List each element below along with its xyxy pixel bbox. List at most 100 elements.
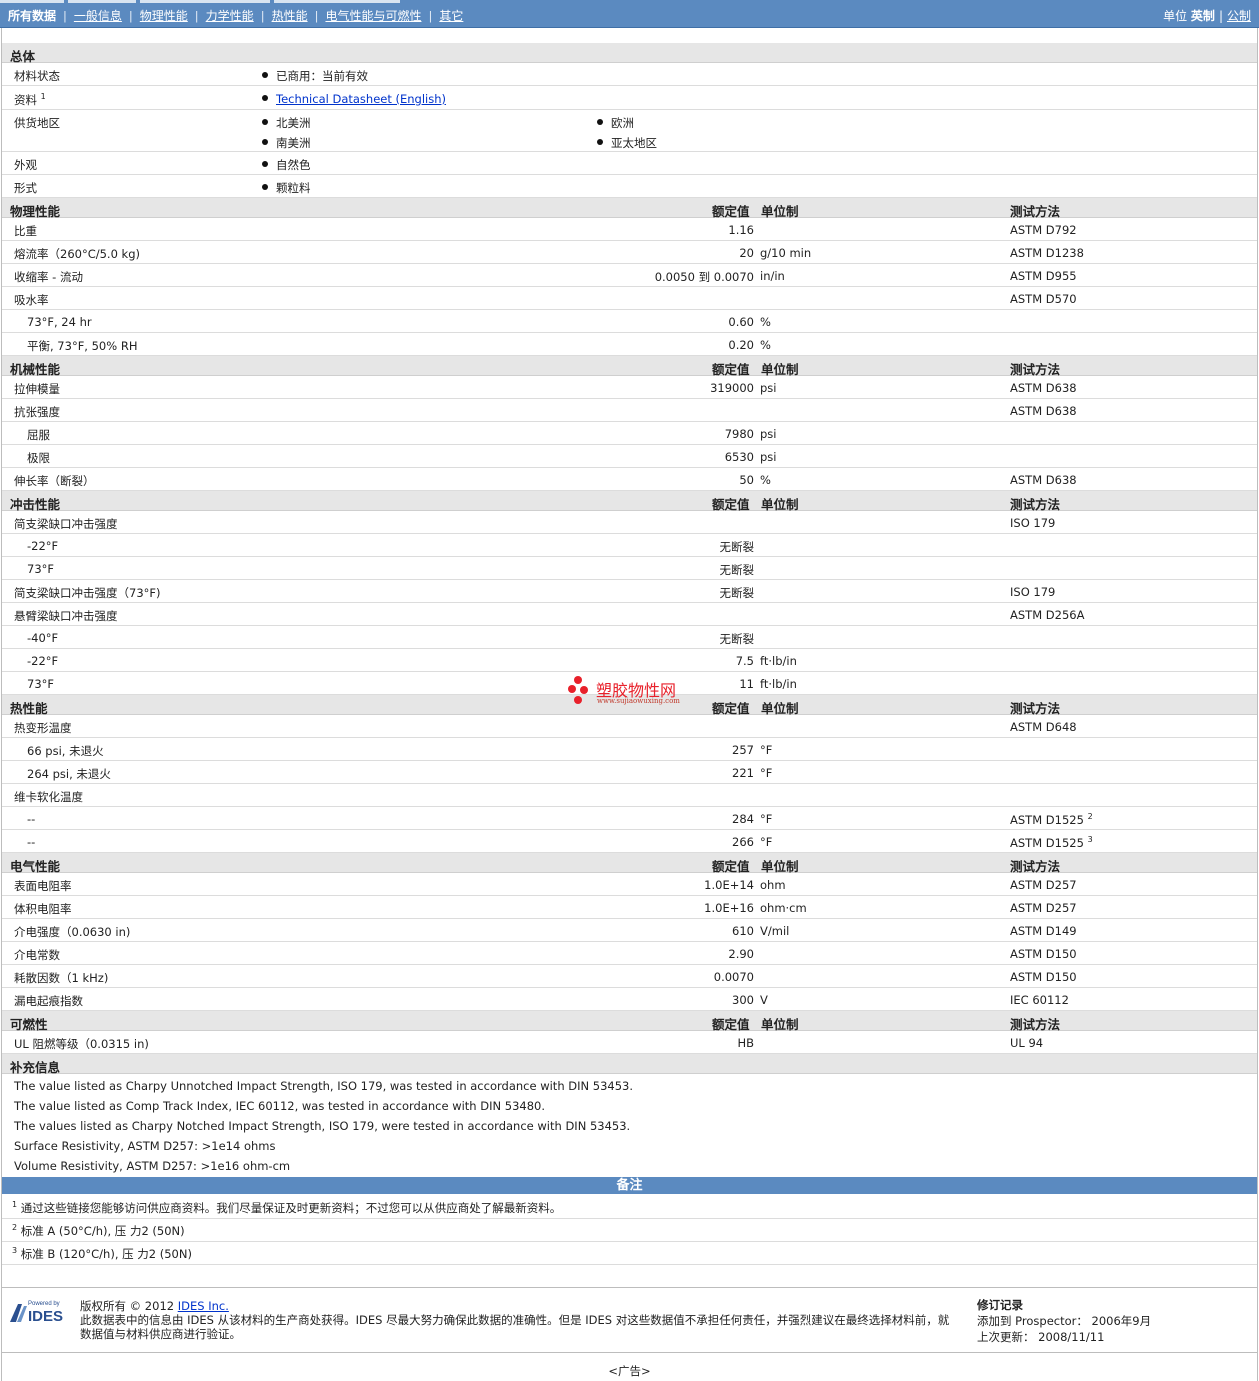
property-label: -40°F — [27, 631, 59, 645]
property-row: UL 阻燃等级（0.0315 in) HB UL 94 — [2, 1031, 1257, 1054]
general-row-status: 材料状态 已商用：当前有效 — [2, 63, 1257, 86]
property-row: 熔流率（260°C/5.0 kg) 20 g/10 min ASTM D1238 — [2, 241, 1257, 264]
property-unit: °F — [760, 743, 773, 757]
property-unit: g/10 min — [760, 246, 812, 260]
test-method-text: ASTM D638 — [1010, 381, 1077, 395]
property-label: 简支梁缺口冲击强度（73°F) — [14, 586, 161, 600]
section-header-general: 总体 — [2, 43, 1257, 64]
test-method: ASTM D792 — [1010, 223, 1077, 237]
property-unit: psi — [760, 427, 777, 441]
bullet-item: 亚太地区 — [597, 135, 657, 151]
property-label: -- — [27, 835, 36, 849]
supplemental-line: Volume Resistivity, ASTM D257: >1e16 ohm… — [14, 1159, 291, 1173]
property-sections: 物理性能 额定值 单位制 测试方法 比重 1.16 ASTM D792 熔流率（260°C/5… — [2, 198, 1257, 1054]
remark-item: 2 标准 A (50°C/h), 压 力2 (50N) — [2, 1219, 1257, 1242]
property-unit: psi — [760, 450, 777, 464]
ad-label: <广告> — [608, 1364, 651, 1378]
revision-info: 修订记录 添加到 Prospector： 2006年9月 上次更新： 2008/… — [977, 1297, 1151, 1345]
property-label: 屈服 — [27, 428, 50, 442]
row-label: 外观 — [14, 158, 37, 172]
property-row: 屈服 7980 psi — [2, 422, 1257, 445]
nav-tab[interactable]: 一般信息 — [74, 9, 122, 23]
section-header: 机械性能 额定值 单位制 测试方法 — [2, 356, 1257, 377]
property-value: 50 — [739, 473, 754, 487]
bullet-icon — [262, 119, 268, 125]
nav-tab[interactable]: 电气性能与可燃性 — [325, 9, 421, 23]
bullet-item: Technical Datasheet (English) — [262, 92, 446, 106]
property-row: 简支梁缺口冲击强度 ISO 179 — [2, 511, 1257, 534]
test-method-text: ASTM D1525 — [1010, 813, 1084, 827]
property-unit: V — [760, 993, 768, 1007]
property-value: 266 — [732, 835, 754, 849]
test-method: ASTM D638 — [1010, 404, 1077, 418]
remark-text: 标准 A (50°C/h), 压 力2 (50N) — [20, 1224, 185, 1238]
bullet-item: 南美洲 — [262, 135, 311, 151]
property-unit: ohm — [760, 878, 786, 892]
property-value: 319000 — [710, 381, 754, 395]
supplemental-line: The values listed as Charpy Notched Impa… — [14, 1119, 631, 1133]
property-label: 表面电阻率 — [14, 879, 72, 893]
datasheet-link[interactable]: Technical Datasheet (English) — [276, 92, 446, 106]
bullet-item: 自然色 — [262, 157, 311, 173]
property-row: 极限 6530 psi — [2, 445, 1257, 468]
copyright-line: 版权所有 © 2012 IDES Inc. — [80, 1298, 229, 1314]
row-label-text: 资料 — [14, 93, 37, 107]
nav-tab[interactable]: 所有数据 — [8, 9, 56, 23]
property-unit: % — [760, 473, 771, 487]
test-method: ASTM D638 — [1010, 473, 1077, 487]
property-value: 0.0070 — [713, 970, 754, 984]
property-row: -22°F 7.5 ft·lb/in — [2, 649, 1257, 672]
footnote-ref: 3 — [1087, 835, 1093, 844]
property-label: 吸水率 — [14, 293, 49, 307]
property-unit: °F — [760, 812, 773, 826]
nav-separator: | — [260, 9, 265, 23]
footnote-ref: 1 — [40, 92, 46, 101]
property-label: 熔流率（260°C/5.0 kg) — [14, 247, 140, 261]
test-method: ASTM D257 — [1010, 901, 1077, 915]
property-label: 抗张强度 — [14, 405, 60, 419]
property-row: 体积电阻率 1.0E+16 ohm·cm ASTM D257 — [2, 896, 1257, 919]
bullet-item: 北美洲 — [262, 115, 311, 131]
property-label: 漏电起痕指数 — [14, 994, 83, 1008]
units-metric-link[interactable]: 公制 — [1227, 9, 1251, 23]
property-row: 拉伸模量 319000 psi ASTM D638 — [2, 376, 1257, 399]
bullet-icon — [597, 119, 603, 125]
property-unit: % — [760, 338, 771, 352]
property-row: 热变形温度 ASTM D648 — [2, 715, 1257, 738]
property-row: -- 284 °F ASTM D1525 2 — [2, 807, 1257, 830]
test-method: ASTM D638 — [1010, 381, 1077, 395]
nav-separator: | — [128, 9, 133, 23]
remark-text-wrap: 1 通过这些链接您能够访问供应商资料。我们尽量保证及时更新资料；不过您可以从供应… — [12, 1200, 561, 1216]
nav-tab[interactable]: 物理性能 — [140, 9, 188, 23]
bullet-icon — [262, 184, 268, 190]
copyright-text: 版权所有 © 2012 — [80, 1299, 175, 1313]
watermark-dots-icon — [568, 676, 588, 704]
property-row: 伸长率（断裂） 50% ASTM D638 — [2, 468, 1257, 491]
section-header: 电气性能 额定值 单位制 测试方法 — [2, 853, 1257, 874]
property-row: 73°F 无断裂 — [2, 557, 1257, 580]
top-nav-bar: 所有数据 | 一般信息 | 物理性能 | 力学性能 | 热性能 | 电气性能与可燃性 | 其它 单位 英… — [0, 0, 1259, 28]
test-method-text: ISO 179 — [1010, 516, 1056, 530]
property-value: 0.20 — [728, 338, 754, 352]
general-row-appearance: 外观 自然色 — [2, 152, 1257, 175]
remark-number: 2 — [12, 1223, 18, 1232]
supplemental-line: Surface Resistivity, ASTM D257: >1e14 oh… — [14, 1139, 276, 1153]
svg-text:IDES: IDES — [28, 1308, 63, 1325]
property-label: 热变形温度 — [14, 721, 72, 735]
test-method: ASTM D149 — [1010, 924, 1077, 938]
general-row-docs: 资料 1 Technical Datasheet (English) — [2, 86, 1257, 110]
property-label: 介电强度（0.0630 in) — [14, 925, 131, 939]
watermark-url: www.sujiaowuxing.com — [597, 697, 680, 705]
property-row: 介电常数 2.90 ASTM D150 — [2, 942, 1257, 965]
test-method-text: ASTM D256A — [1010, 608, 1085, 622]
property-label: 极限 — [27, 451, 50, 465]
ides-link[interactable]: IDES Inc. — [178, 1299, 229, 1313]
property-label: 悬臂梁缺口冲击强度 — [14, 609, 118, 623]
property-row: 平衡, 73°F, 50% RH 0.20% — [2, 333, 1257, 356]
nav-tab[interactable]: 其它 — [439, 9, 463, 23]
nav-tab[interactable]: 热性能 — [272, 9, 308, 23]
test-method-text: ASTM D638 — [1010, 473, 1077, 487]
test-method: ASTM D150 — [1010, 947, 1077, 961]
property-value: 300 — [732, 993, 754, 1007]
nav-tab[interactable]: 力学性能 — [206, 9, 254, 23]
